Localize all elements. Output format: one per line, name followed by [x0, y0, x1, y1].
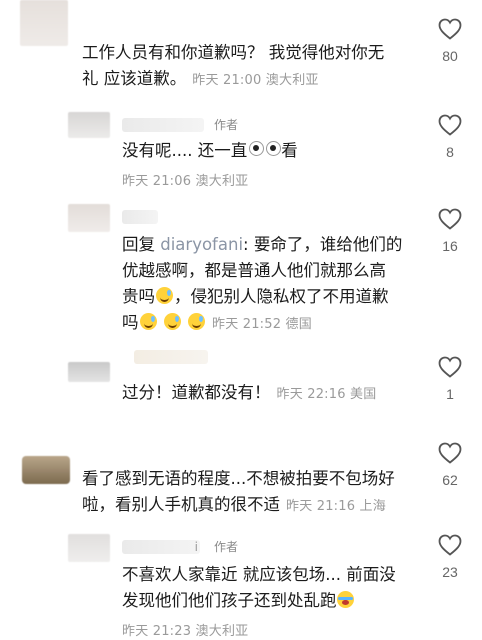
- comment-time: 昨天 21:23: [122, 624, 192, 639]
- avatar[interactable]: [68, 534, 110, 562]
- crying-emoji: [336, 591, 354, 608]
- heart-outline-icon: [438, 442, 462, 464]
- avatar[interactable]: [68, 204, 110, 232]
- heart-outline-icon: [438, 18, 462, 40]
- like-count: 16: [442, 238, 458, 254]
- username-blurred[interactable]: i: [122, 540, 200, 554]
- username-blurred[interactable]: [122, 210, 158, 224]
- heart-outline-icon: [438, 114, 462, 136]
- comment-text: 看了感到无语的程度...不想被拍要不包场好 啦，看别人手机真的很不适 昨天 21:…: [82, 469, 395, 514]
- like-count: 23: [442, 564, 458, 580]
- comment-location: 澳大利亚: [195, 624, 249, 639]
- like-count: 80: [442, 48, 458, 64]
- like-count: 8: [446, 144, 454, 160]
- username-blurred[interactable]: [122, 118, 204, 132]
- comment-location: 澳大利亚: [265, 73, 319, 88]
- eyes-emoji: [266, 141, 282, 156]
- heart-outline-icon: [438, 208, 462, 230]
- like-count: 1: [446, 386, 454, 402]
- comment-location: 澳大利亚: [195, 174, 249, 189]
- like-button[interactable]: 62: [430, 442, 470, 488]
- username-blurred[interactable]: [134, 350, 208, 364]
- comment-location: 德国: [285, 317, 312, 332]
- comment-text: 没有呢.... 还一直看: [122, 141, 298, 160]
- avatar[interactable]: [68, 362, 110, 382]
- grinning-sweat-emoji: [163, 313, 181, 330]
- comment-time: 昨天 22:16: [276, 387, 346, 402]
- heart-outline-icon: [438, 356, 462, 378]
- comment-meta: 昨天 21:06 澳大利亚: [122, 170, 248, 189]
- reply-mention[interactable]: diaryofani: [160, 235, 243, 254]
- avatar[interactable]: [20, 0, 68, 46]
- like-button[interactable]: 80: [430, 18, 470, 64]
- author-badge: 作者: [214, 540, 239, 554]
- comment-location: 上海: [359, 499, 386, 514]
- comment-meta: 昨天 21:23 澳大利亚: [122, 620, 248, 639]
- comment-time: 昨天 21:06: [122, 174, 192, 189]
- comment-location: 美国: [350, 387, 377, 402]
- comment-time: 昨天 21:16: [286, 499, 356, 514]
- like-button[interactable]: 1: [430, 356, 470, 402]
- like-button[interactable]: 8: [430, 114, 470, 160]
- grinning-sweat-emoji: [188, 313, 205, 330]
- grinning-sweat-emoji: [156, 287, 173, 304]
- like-count: 62: [442, 472, 458, 488]
- avatar[interactable]: [68, 112, 110, 138]
- comment-time: 昨天 21:52: [212, 317, 282, 332]
- comment-text: 工作人员有和你道歉吗？ 我觉得他对你无 礼 应该道歉。 昨天 21:00 澳大利亚: [82, 43, 385, 88]
- comment-text: 过分！道歉都没有！ 昨天 22:16 美国: [122, 383, 377, 402]
- grinning-sweat-emoji: [139, 313, 157, 330]
- eyes-emoji: [249, 141, 265, 156]
- heart-outline-icon: [438, 534, 462, 556]
- like-button[interactable]: 23: [430, 534, 470, 580]
- comment-text: 回复 diaryofani: 要命了，谁给他们的 优越感啊，都是普通人他们就那么…: [122, 235, 403, 332]
- comment-text: 不喜欢人家靠近 就应该包场... 前面没 发现他们他们孩子还到处乱跑: [122, 565, 396, 610]
- author-badge: 作者: [214, 118, 239, 132]
- like-button[interactable]: 16: [430, 208, 470, 254]
- avatar[interactable]: [22, 456, 70, 484]
- comment-time: 昨天 21:00: [192, 73, 262, 88]
